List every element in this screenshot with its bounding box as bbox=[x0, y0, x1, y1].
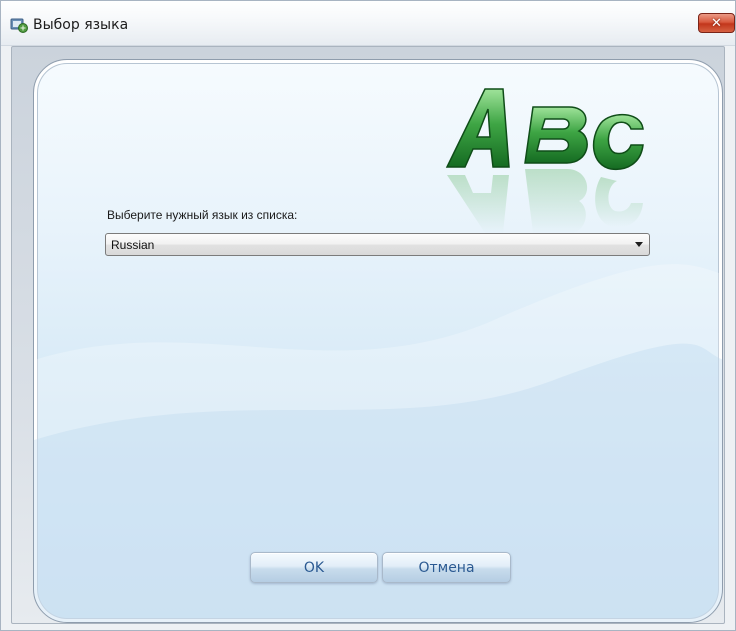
ok-button-label: OK bbox=[303, 559, 325, 576]
language-select-value: Russian bbox=[111, 238, 155, 252]
language-prompt-label: Выберите нужный язык из списка: bbox=[107, 208, 298, 222]
close-icon: ✕ bbox=[711, 15, 722, 31]
ok-button[interactable]: OK bbox=[250, 552, 378, 583]
language-select[interactable]: Russian bbox=[105, 233, 650, 256]
title-bar[interactable]: Выбор языка ✕ bbox=[1, 1, 735, 46]
cancel-button[interactable]: Отмена bbox=[382, 552, 511, 583]
language-app-icon bbox=[10, 18, 28, 33]
cancel-button-label: Отмена bbox=[418, 559, 475, 576]
abc-logo-icon bbox=[445, 88, 644, 233]
language-selection-window: Выбор языка ✕ Выберите нужный язык из сп… bbox=[0, 0, 736, 631]
chevron-down-icon[interactable] bbox=[635, 242, 643, 247]
close-button[interactable]: ✕ bbox=[698, 13, 735, 33]
window-title: Выбор языка bbox=[33, 17, 129, 33]
